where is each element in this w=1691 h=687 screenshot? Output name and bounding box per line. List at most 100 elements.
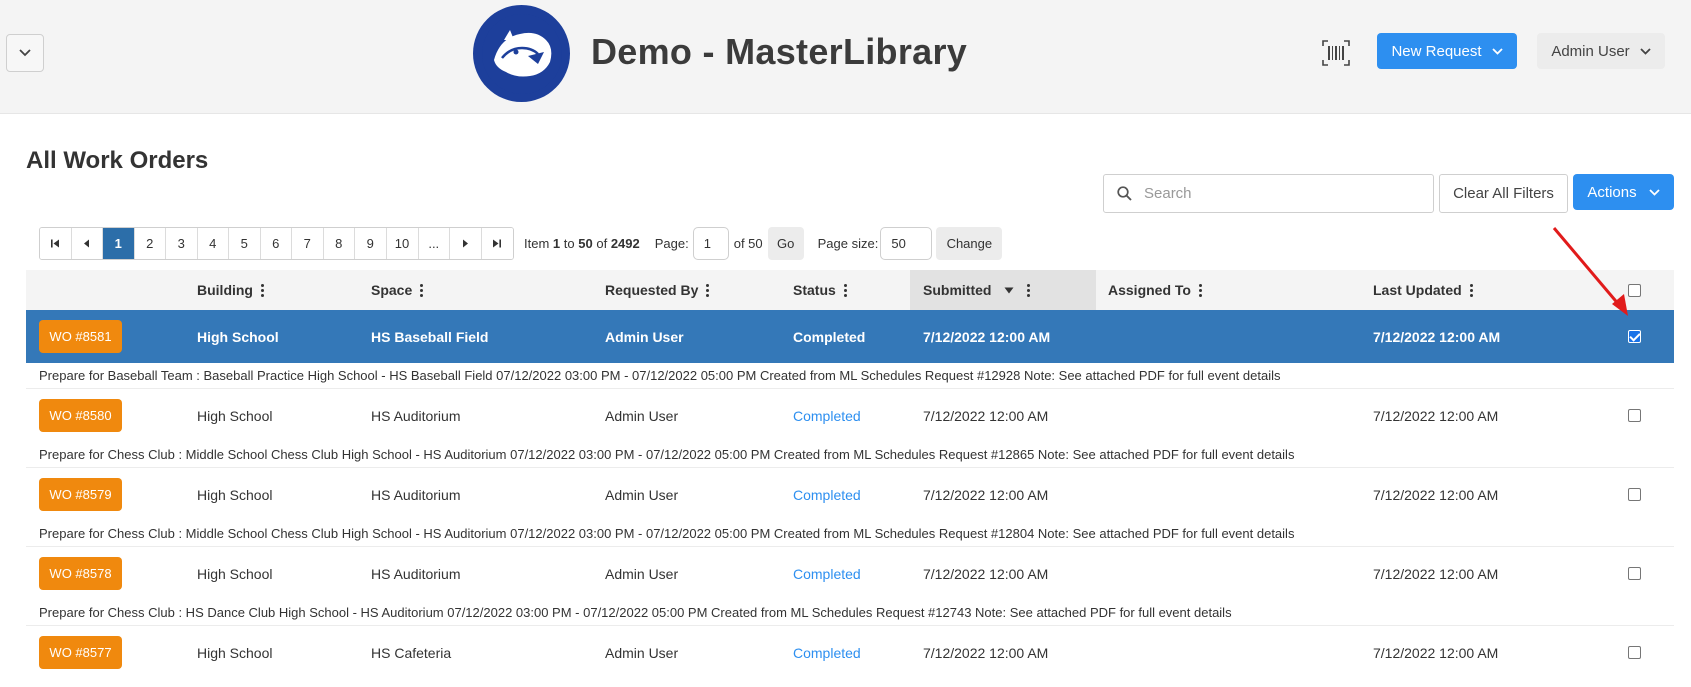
column-header-building[interactable]: Building [197, 270, 264, 310]
cell-requested-by: Admin User [605, 389, 678, 442]
cell-last-updated: 7/12/2022 12:00 AM [1373, 626, 1498, 679]
cell-last-updated-text: 7/12/2022 12:00 AM [1373, 328, 1501, 345]
table-row[interactable]: WO #8581 High School HS Baseball Field Admi… [26, 310, 1674, 363]
more-pages-button[interactable]: ... [418, 228, 450, 259]
page-button-3[interactable]: 3 [166, 228, 198, 259]
row-select-checkbox[interactable] [1628, 330, 1641, 343]
table-row[interactable]: WO #8577 High School HS Cafeteria Admin Use… [26, 626, 1674, 679]
column-label: Last Updated [1373, 282, 1462, 298]
status-link[interactable]: Completed [793, 566, 861, 582]
row-select-checkbox[interactable] [1628, 488, 1641, 501]
column-header-status[interactable]: Status [793, 270, 847, 310]
page-button-10[interactable]: 10 [386, 228, 419, 259]
new-request-button[interactable]: New Request [1377, 33, 1517, 69]
page-size-label: Page size: [817, 236, 879, 251]
chevron-down-icon [1491, 47, 1503, 55]
clear-all-filters-button[interactable]: Clear All Filters [1439, 174, 1568, 213]
change-button[interactable]: Change [936, 227, 1003, 260]
page-number-input[interactable] [692, 227, 729, 260]
column-header-submitted[interactable]: Submitted [910, 270, 1096, 310]
status-link[interactable]: Completed [793, 487, 861, 503]
chevron-down-icon [19, 49, 31, 57]
column-menu-icon[interactable] [420, 283, 424, 297]
column-header-space[interactable]: Space [371, 270, 424, 310]
work-order-badge[interactable]: WO #8578 [39, 557, 122, 590]
page-button-4[interactable]: 4 [197, 228, 229, 259]
cell-submitted: 7/12/2022 12:00 AM [923, 626, 1048, 679]
cell-select [1628, 468, 1641, 521]
page-button-9[interactable]: 9 [355, 228, 387, 259]
search-box[interactable] [1103, 174, 1434, 213]
page-button-5[interactable]: 5 [229, 228, 261, 259]
column-menu-icon[interactable] [843, 283, 847, 297]
page-button-2[interactable]: 2 [134, 228, 166, 259]
page-button-1[interactable]: 1 [103, 228, 135, 259]
work-orders-table: Building Space Requested By Status Submi… [26, 270, 1674, 679]
table-body: WO #8581 High School HS Baseball Field Admi… [26, 310, 1674, 679]
cell-requested-by: Admin User [605, 468, 678, 521]
column-label: Assigned To [1108, 282, 1191, 298]
school-logo [473, 5, 570, 102]
table-row[interactable]: WO #8580 High School HS Auditorium Admin Us… [26, 389, 1674, 442]
cell-requested-by-text: Admin User [605, 565, 679, 582]
barcode-scan-button[interactable] [1322, 40, 1350, 66]
work-order-badge[interactable]: WO #8581 [39, 320, 122, 353]
pager-info-to: 50 [578, 236, 593, 251]
cell-work-order: WO #8577 [39, 626, 122, 679]
column-header-last-updated[interactable]: Last Updated [1373, 270, 1473, 310]
row-select-checkbox[interactable] [1628, 409, 1641, 422]
row-select-checkbox[interactable] [1628, 567, 1641, 580]
column-header-requested-by[interactable]: Requested By [605, 270, 710, 310]
column-label: Building [197, 282, 253, 298]
column-menu-icon[interactable] [1469, 283, 1473, 297]
prev-page-button[interactable] [71, 228, 103, 259]
cell-submitted: 7/12/2022 12:00 AM [923, 310, 1050, 363]
page-size-input[interactable] [880, 227, 933, 260]
next-page-icon [462, 239, 468, 248]
cell-last-updated: 7/12/2022 12:00 AM [1373, 547, 1498, 600]
row-select-checkbox[interactable] [1628, 646, 1641, 659]
page-button-6[interactable]: 6 [260, 228, 292, 259]
cell-building-text: High School [197, 565, 273, 582]
cell-space: HS Cafeteria [371, 626, 451, 679]
column-menu-icon[interactable] [1027, 283, 1031, 297]
actions-label: Actions [1587, 183, 1637, 201]
table-row[interactable]: WO #8578 High School HS Auditorium Admin Us… [26, 547, 1674, 600]
work-order-badge[interactable]: WO #8580 [39, 399, 122, 432]
column-header-assigned-to[interactable]: Assigned To [1108, 270, 1202, 310]
cell-requested-by-text: Admin User [605, 407, 679, 424]
page-button-7[interactable]: 7 [292, 228, 324, 259]
actions-button[interactable]: Actions [1573, 174, 1674, 210]
cell-submitted-text: 7/12/2022 12:00 AM [923, 565, 1049, 582]
cell-space-text: HS Baseball Field [371, 328, 489, 345]
user-menu-button[interactable]: Admin User [1537, 33, 1665, 69]
pager: 1 2 3 4 5 6 7 8 9 10 ... Item 1 to 50 of… [39, 227, 1003, 260]
column-menu-icon[interactable] [706, 283, 710, 297]
search-input[interactable] [1144, 185, 1424, 202]
column-menu-icon[interactable] [1198, 283, 1202, 297]
cell-submitted: 7/12/2022 12:00 AM [923, 468, 1048, 521]
cell-last-updated-text: 7/12/2022 12:00 AM [1373, 565, 1499, 582]
last-page-button[interactable] [481, 228, 513, 259]
column-label: Status [793, 282, 836, 298]
row-description: Prepare for Chess Club : HS Dance Club H… [26, 600, 1674, 626]
table-row[interactable]: WO #8579 High School HS Auditorium Admin Us… [26, 468, 1674, 521]
pager-info-prefix: Item [524, 236, 550, 251]
work-order-badge[interactable]: WO #8577 [39, 636, 122, 669]
status-link[interactable]: Completed [793, 408, 861, 424]
go-button[interactable]: Go [767, 227, 804, 260]
first-page-button[interactable] [40, 228, 72, 259]
cell-submitted: 7/12/2022 12:00 AM [923, 547, 1048, 600]
cell-building: High School [197, 468, 273, 521]
sort-descending-icon [1004, 287, 1014, 293]
next-page-button[interactable] [450, 228, 482, 259]
status-link[interactable]: Completed [793, 329, 865, 345]
work-order-badge[interactable]: WO #8579 [39, 478, 122, 511]
cell-space-text: HS Auditorium [371, 407, 461, 424]
page-button-8[interactable]: 8 [323, 228, 355, 259]
cell-status: Completed [793, 626, 861, 679]
pager-info-from: 1 [552, 236, 561, 251]
status-link[interactable]: Completed [793, 645, 861, 661]
column-menu-icon[interactable] [261, 283, 264, 297]
collapse-button[interactable] [6, 34, 44, 72]
